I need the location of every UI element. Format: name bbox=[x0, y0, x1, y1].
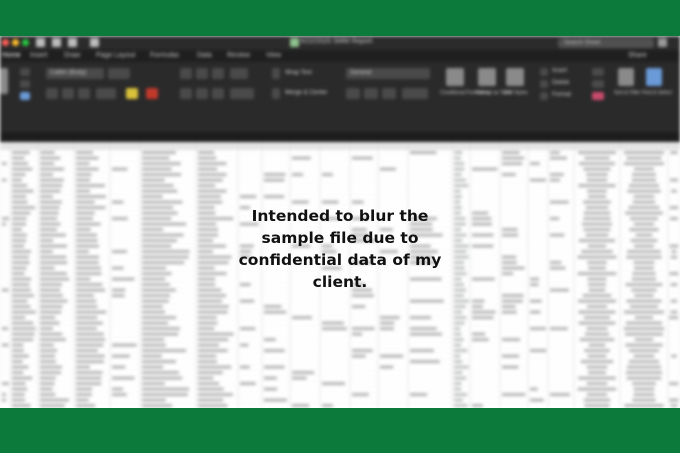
comma-icon[interactable] bbox=[382, 88, 396, 99]
notice-line-2: sample file due to bbox=[261, 229, 419, 247]
green-frame: 5/22/2020 SMM Report Search Sheet Home I… bbox=[0, 0, 680, 453]
tab-data[interactable]: Data bbox=[197, 52, 212, 59]
format-cells-button[interactable]: Format bbox=[552, 92, 571, 98]
notice-line-1: Intended to blur the bbox=[251, 207, 429, 225]
merge-center-icon[interactable] bbox=[272, 88, 280, 99]
cell-styles-icon[interactable] bbox=[506, 68, 524, 86]
tab-view[interactable]: View bbox=[266, 52, 281, 59]
confidential-notice: Intended to blur the sample file due to … bbox=[225, 205, 455, 293]
share-button[interactable]: Share bbox=[628, 52, 647, 59]
tab-draw[interactable]: Draw bbox=[64, 52, 80, 59]
tab-page-layout[interactable]: Page Layout bbox=[96, 52, 135, 59]
sort-filter-button[interactable]: Sort & Filter bbox=[614, 90, 640, 96]
format-painter-icon[interactable] bbox=[20, 92, 30, 100]
save-icon[interactable] bbox=[52, 38, 61, 47]
redo-icon[interactable] bbox=[90, 38, 99, 47]
insert-cells-button[interactable]: Insert bbox=[552, 68, 567, 74]
copy-icon[interactable] bbox=[20, 80, 30, 88]
find-select-icon[interactable] bbox=[646, 68, 662, 86]
notice-line-3: confidential data of my bbox=[238, 251, 442, 269]
zoom-window-icon[interactable] bbox=[22, 39, 29, 46]
title-bar: 5/22/2020 SMM Report Search Sheet bbox=[0, 36, 680, 50]
indent-icon[interactable] bbox=[230, 88, 254, 99]
minimize-window-icon[interactable] bbox=[12, 39, 19, 46]
format-cells-icon[interactable] bbox=[540, 92, 548, 100]
font-size-select[interactable] bbox=[108, 68, 130, 79]
tab-home[interactable]: Home bbox=[2, 52, 21, 59]
italic-button[interactable] bbox=[62, 88, 74, 99]
number-format-value: General bbox=[350, 70, 372, 76]
cell-styles-button[interactable]: Cell Styles bbox=[504, 90, 528, 96]
workbook-icon bbox=[290, 38, 299, 47]
notice-line-4: client. bbox=[312, 273, 368, 291]
underline-button[interactable] bbox=[78, 88, 90, 99]
cut-icon[interactable] bbox=[20, 68, 30, 76]
profile-icon[interactable] bbox=[658, 38, 667, 47]
merge-center-button[interactable]: Merge & Center bbox=[285, 90, 327, 96]
document-title: 5/22/2020 SMM Report bbox=[300, 38, 373, 45]
conditional-formatting-icon[interactable] bbox=[446, 68, 464, 86]
autosum-icon[interactable] bbox=[592, 68, 604, 76]
borders-button[interactable] bbox=[96, 88, 116, 99]
align-left-icon[interactable] bbox=[180, 88, 192, 99]
tab-insert[interactable]: Insert bbox=[30, 52, 48, 59]
decimal-icon[interactable] bbox=[402, 88, 428, 99]
clear-icon[interactable] bbox=[592, 92, 604, 100]
wrap-text-icon[interactable] bbox=[272, 68, 280, 79]
fill-icon[interactable] bbox=[592, 80, 604, 88]
align-top-icon[interactable] bbox=[180, 68, 192, 79]
align-center-icon[interactable] bbox=[196, 88, 208, 99]
ribbon-tab-bar: Home Insert Draw Page Layout Formulas Da… bbox=[0, 50, 680, 62]
insert-cells-icon[interactable] bbox=[540, 68, 548, 76]
wrap-text-button[interactable]: Wrap Text bbox=[285, 70, 312, 76]
font-color-icon[interactable] bbox=[146, 88, 158, 99]
currency-icon[interactable] bbox=[346, 88, 360, 99]
fill-color-icon[interactable] bbox=[126, 88, 138, 99]
align-right-icon[interactable] bbox=[212, 88, 224, 99]
undo-icon[interactable] bbox=[68, 38, 77, 47]
font-name-value: Calibri (Body) bbox=[50, 70, 87, 76]
find-select-button[interactable]: Find & Select bbox=[642, 90, 672, 96]
delete-cells-icon[interactable] bbox=[540, 80, 548, 88]
close-window-icon[interactable] bbox=[2, 39, 9, 46]
search-sheet-input[interactable]: Search Sheet bbox=[558, 38, 654, 48]
align-middle-icon[interactable] bbox=[196, 68, 208, 79]
align-bottom-icon[interactable] bbox=[212, 68, 224, 79]
home-icon[interactable] bbox=[36, 38, 45, 47]
paste-button[interactable] bbox=[0, 68, 8, 94]
delete-cells-button[interactable]: Delete bbox=[552, 80, 569, 86]
format-as-table-icon[interactable] bbox=[478, 68, 496, 86]
bold-button[interactable] bbox=[46, 88, 58, 99]
tab-formulas[interactable]: Formulas bbox=[150, 52, 179, 59]
tab-review[interactable]: Review bbox=[227, 52, 250, 59]
sort-filter-icon[interactable] bbox=[618, 68, 634, 86]
formula-bar[interactable] bbox=[0, 132, 680, 142]
excel-window: 5/22/2020 SMM Report Search Sheet Home I… bbox=[0, 36, 680, 408]
percent-icon[interactable] bbox=[364, 88, 378, 99]
ribbon-toolbar: Calibri (Body) Wrap Text Merge & Center … bbox=[0, 62, 680, 133]
orientation-icon[interactable] bbox=[230, 68, 248, 79]
